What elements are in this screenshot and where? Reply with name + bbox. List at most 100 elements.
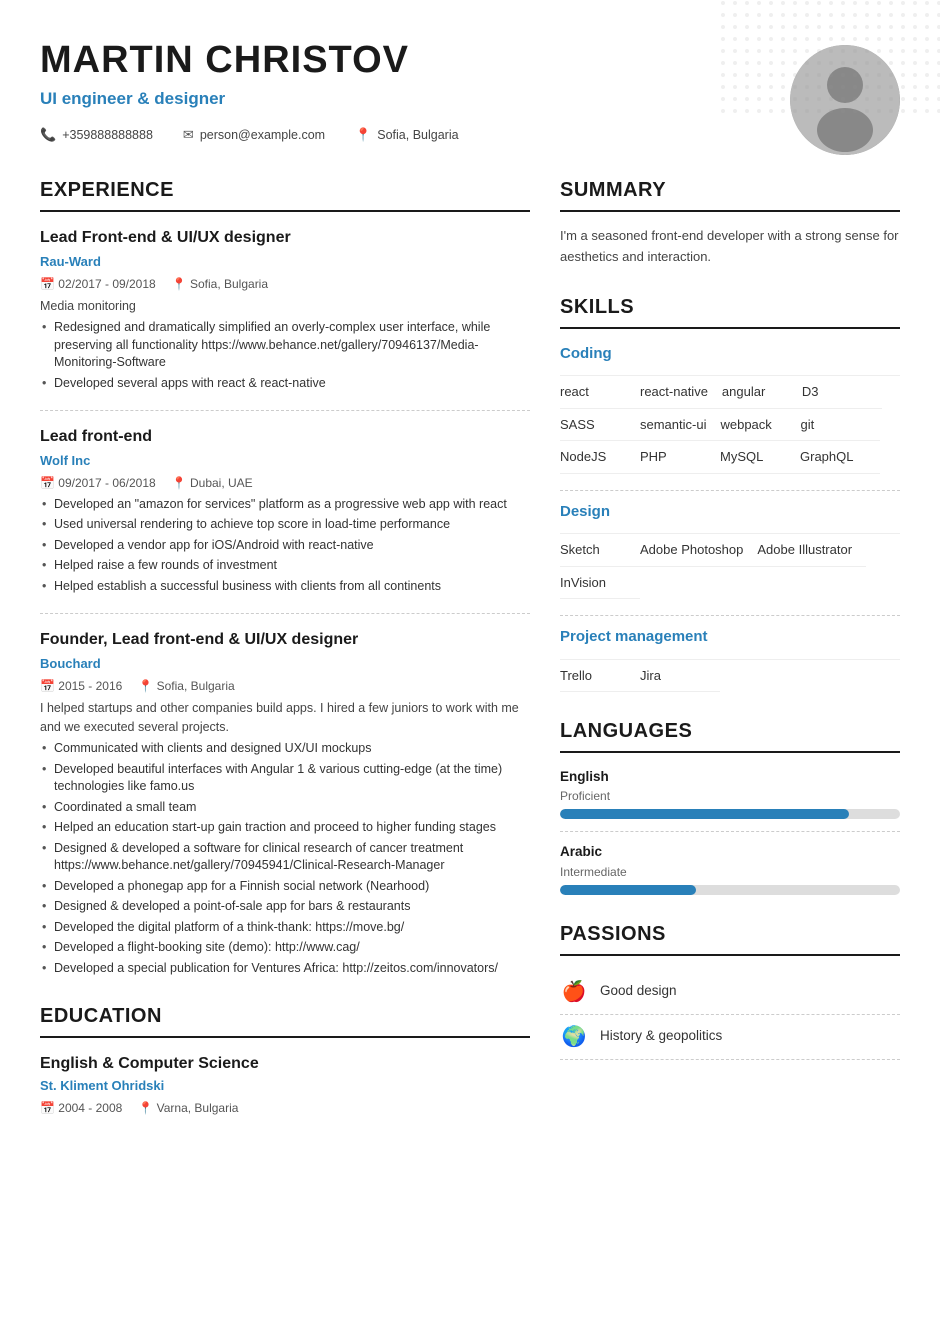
contact-info: 📞 +359888888888 ✉ person@example.com 📍 S… xyxy=(40,125,770,145)
exp-location-2: 📍 Dubai, UAE xyxy=(172,474,253,492)
bullet: Developed a phonegap app for a Finnish s… xyxy=(40,878,530,896)
education-title: EDUCATION xyxy=(40,1001,530,1038)
exp-item-2: Lead front-end Wolf Inc 📅 09/2017 - 06/2… xyxy=(40,425,530,595)
skill-trello: Trello xyxy=(560,660,640,693)
skill-jira: Jira xyxy=(640,660,720,693)
exp-location-1: 📍 Sofia, Bulgaria xyxy=(172,275,268,293)
experience-section: EXPERIENCE Lead Front-end & UI/UX design… xyxy=(40,175,530,977)
coding-skills: Coding react react-native angular D3 SAS… xyxy=(560,343,900,474)
exp-company-1: Rau-Ward xyxy=(40,252,530,272)
pm-category-label: Project management xyxy=(560,626,900,649)
exp-bullets-1: Redesigned and dramatically simplified a… xyxy=(40,319,530,392)
phone-contact: 📞 +359888888888 xyxy=(40,125,153,145)
exp-role-3: Founder, Lead front-end & UI/UX designer xyxy=(40,628,530,652)
skills-divider-2 xyxy=(560,615,900,616)
exp-meta-1: 📅 02/2017 - 09/2018 📍 Sofia, Bulgaria xyxy=(40,275,530,293)
summary-title: SUMMARY xyxy=(560,175,900,212)
bullet: Helped an education start-up gain tracti… xyxy=(40,819,530,837)
skill-react-native: react-native xyxy=(640,376,722,409)
skill-invision: InVision xyxy=(560,567,640,600)
skill-angular: angular xyxy=(722,376,802,409)
bullet: Helped establish a successful business w… xyxy=(40,578,530,596)
phone-number: +359888888888 xyxy=(62,126,153,145)
exp-role-1: Lead Front-end & UI/UX designer xyxy=(40,226,530,250)
bullet: Developed an "amazon for services" platf… xyxy=(40,496,530,514)
location-contact: 📍 Sofia, Bulgaria xyxy=(355,125,459,145)
coding-category-label: Coding xyxy=(560,343,900,366)
passion-history-label: History & geopolitics xyxy=(600,1026,722,1046)
bullet: Developed a vendor app for iOS/Android w… xyxy=(40,537,530,555)
exp-desc-3: I helped startups and other companies bu… xyxy=(40,699,530,737)
header: MARTIN CHRISTOV UI engineer & designer 📞… xyxy=(40,40,900,155)
lang-arabic-bar xyxy=(560,885,900,895)
skill-adobe-photoshop: Adobe Photoshop xyxy=(640,534,757,567)
bullet: Developed a flight-booking site (demo): … xyxy=(40,939,530,957)
exp-item-1: Lead Front-end & UI/UX designer Rau-Ward… xyxy=(40,226,530,392)
header-left: MARTIN CHRISTOV UI engineer & designer 📞… xyxy=(40,40,770,145)
photo-placeholder xyxy=(790,45,900,155)
lang-arabic-fill xyxy=(560,885,696,895)
left-column: EXPERIENCE Lead Front-end & UI/UX design… xyxy=(40,175,530,1141)
languages-section: LANGUAGES English Proficient Arabic Inte… xyxy=(560,716,900,895)
exp-company-2: Wolf Inc xyxy=(40,451,530,471)
edu-degree-1: English & Computer Science xyxy=(40,1052,530,1076)
exp-bullets-3: Communicated with clients and designed U… xyxy=(40,740,530,977)
skill-mysql: MySQL xyxy=(720,441,800,474)
exp-dates-1: 📅 02/2017 - 09/2018 xyxy=(40,275,156,293)
coding-skills-grid: react react-native angular D3 SASS seman… xyxy=(560,375,900,474)
exp-bullets-2: Developed an "amazon for services" platf… xyxy=(40,496,530,596)
passion-design: 🍎 Good design xyxy=(560,970,900,1015)
skills-divider-1 xyxy=(560,490,900,491)
skill-react: react xyxy=(560,376,640,409)
experience-title: EXPERIENCE xyxy=(40,175,530,212)
email-contact: ✉ person@example.com xyxy=(183,125,325,145)
design-skills-grid: Sketch Adobe Photoshop Adobe Illustrator… xyxy=(560,533,900,599)
lang-arabic: Arabic Intermediate xyxy=(560,842,900,894)
skill-nodejs: NodeJS xyxy=(560,441,640,474)
exp-desc-1: Media monitoring xyxy=(40,297,530,316)
bullet: Coordinated a small team xyxy=(40,799,530,817)
lang-english-level: Proficient xyxy=(560,787,900,805)
candidate-title: UI engineer & designer xyxy=(40,86,770,112)
bullet: Developed a special publication for Vent… xyxy=(40,960,530,978)
pm-skills-grid: Trello Jira xyxy=(560,659,900,693)
lang-english-bar xyxy=(560,809,900,819)
edu-location-1: 📍 Varna, Bulgaria xyxy=(138,1099,238,1117)
phone-icon: 📞 xyxy=(40,125,56,145)
bullet: Developed beautiful interfaces with Angu… xyxy=(40,761,530,796)
exp-dates-3: 📅 2015 - 2016 xyxy=(40,677,122,695)
bullet: Helped raise a few rounds of investment xyxy=(40,557,530,575)
lang-english-fill xyxy=(560,809,849,819)
skill-sass: SASS xyxy=(560,409,640,442)
lang-arabic-level: Intermediate xyxy=(560,863,900,881)
skill-adobe-illustrator: Adobe Illustrator xyxy=(757,534,866,567)
right-column: SUMMARY I'm a seasoned front-end develop… xyxy=(560,175,900,1141)
lang-arabic-name: Arabic xyxy=(560,842,900,862)
pm-skills: Project management Trello Jira xyxy=(560,626,900,692)
bullet: Designed & developed a point-of-sale app… xyxy=(40,898,530,916)
edu-item-1: English & Computer Science St. Kliment O… xyxy=(40,1052,530,1117)
email-address: person@example.com xyxy=(200,126,325,145)
passion-design-label: Good design xyxy=(600,981,677,1001)
exp-meta-2: 📅 09/2017 - 06/2018 📍 Dubai, UAE xyxy=(40,474,530,492)
profile-photo xyxy=(790,45,900,155)
bullet: Redesigned and dramatically simplified a… xyxy=(40,319,530,372)
passions-section: PASSIONS 🍎 Good design 🌍 History & geopo… xyxy=(560,919,900,1060)
bullet: Communicated with clients and designed U… xyxy=(40,740,530,758)
summary-section: SUMMARY I'm a seasoned front-end develop… xyxy=(560,175,900,268)
lang-english-name: English xyxy=(560,767,900,787)
skill-d3: D3 xyxy=(802,376,882,409)
lang-divider xyxy=(560,831,900,832)
skill-semantic-ui: semantic-ui xyxy=(640,409,720,442)
design-skills: Design Sketch Adobe Photoshop Adobe Illu… xyxy=(560,501,900,600)
exp-meta-3: 📅 2015 - 2016 📍 Sofia, Bulgaria xyxy=(40,677,530,695)
skills-title: SKILLS xyxy=(560,292,900,329)
passions-title: PASSIONS xyxy=(560,919,900,956)
skill-graphql: GraphQL xyxy=(800,441,880,474)
exp-company-3: Bouchard xyxy=(40,654,530,674)
bullet: Used universal rendering to achieve top … xyxy=(40,516,530,534)
education-section: EDUCATION English & Computer Science St.… xyxy=(40,1001,530,1117)
passion-history-icon: 🌍 xyxy=(560,1023,588,1051)
main-layout: EXPERIENCE Lead Front-end & UI/UX design… xyxy=(40,175,900,1141)
languages-title: LANGUAGES xyxy=(560,716,900,753)
